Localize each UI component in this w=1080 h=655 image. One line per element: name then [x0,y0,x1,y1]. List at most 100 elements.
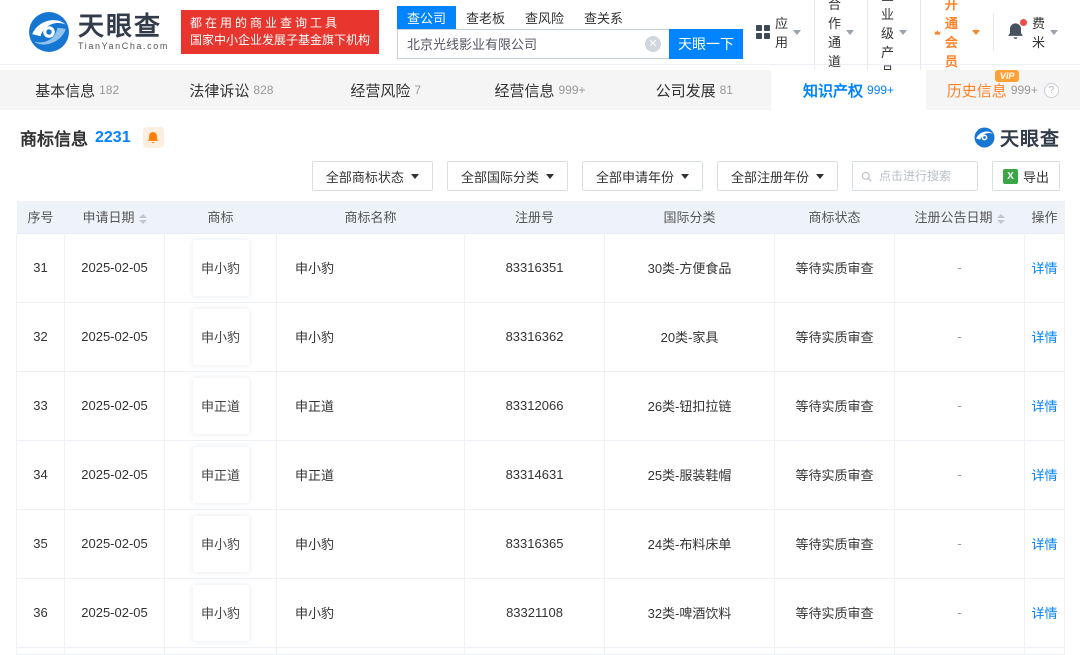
notification-dot [1020,18,1028,26]
detail-link[interactable]: 详情 [1031,330,1057,345]
tab-operation-risk[interactable]: 经营风险 7 [309,70,463,110]
tianyancha-logo-icon [29,12,69,52]
table-search-input[interactable] [876,168,969,184]
table-row: 36 2025-02-05 申小豹 申小豹 83321108 32类-啤酒饮料 … [16,577,1065,648]
cell-mark-image: 申正道 [164,439,277,510]
slogan-line2: 国家中小企业发展子基金旗下机构 [189,33,370,47]
cell-reg-announce-date: - [894,301,1025,372]
table-header-row: 序号 申请日期 商标 商标名称 注册号 国际分类 商标状态 注册公告日期 操作 [16,201,1065,233]
trademark-image[interactable]: 申小豹 [192,584,249,641]
trademark-image[interactable]: 申正道 [192,446,249,503]
table-search-box[interactable] [851,161,978,191]
menu-partner-channel[interactable]: 合作通道 [813,0,867,70]
search-button[interactable]: 天眼一下 [668,28,743,59]
search-tab-risk[interactable]: 查风险 [515,6,574,29]
chevron-down-icon [680,173,689,179]
detail-link[interactable]: 详情 [1031,468,1057,483]
section-title: 商标信息 [20,130,88,149]
brand-slogan-badge: 都在用的商业查询工具 国家中小企业发展子基金旗下机构 [180,10,379,54]
search-icon [861,171,872,182]
menu-enterprise-products[interactable]: 企业级产品 [866,0,920,80]
cell-index: 32 [16,301,65,372]
cell-action: 详情 [1024,577,1065,648]
export-button[interactable]: X 导出 [991,161,1060,191]
trademark-image[interactable]: 申小豹 [192,515,249,572]
crown-icon [934,29,941,35]
filter-apply-year[interactable]: 全部申请年份 [581,161,703,191]
subscribe-bell-icon[interactable] [142,127,164,148]
filter-trademark-status[interactable]: 全部商标状态 [311,161,433,191]
section-header: 商标信息 2231 天眼查 [16,110,1064,157]
cell-status: 等待实质审查 [774,439,895,510]
vip-badge: VIP [994,70,1020,82]
col-index: 序号 [16,201,65,233]
cell-action: 详情 [1024,508,1065,579]
detail-link[interactable]: 详情 [1031,399,1057,414]
col-mark-name: 商标名称 [276,201,465,233]
cell-reg-announce-date: - [894,370,1025,441]
cell-intl-class: 30类-方便食品 [604,232,775,303]
search-tab-relation[interactable]: 查关系 [574,6,633,29]
filter-intl-class[interactable]: 全部国际分类 [446,161,568,191]
watermark-logo-icon [974,127,995,148]
sort-icon[interactable] [138,213,147,224]
company-search-input[interactable] [396,28,669,59]
cell-mark-name: 申正道 [276,439,465,510]
cell-reg-announce-date: - [894,439,1025,510]
cell-apply-date: 2025-02-05 [64,508,165,579]
search-module: 查公司 查老板 查风险 查关系 ✕ 天眼一下 [396,5,743,59]
cell-reg-number: 83316362 [464,301,605,372]
username: 费米 [1032,16,1046,50]
sort-icon[interactable] [996,213,1005,224]
col-apply-date[interactable]: 申请日期 [64,201,165,233]
menu-apps[interactable]: 应用 [743,13,814,51]
col-status: 商标状态 [774,201,895,233]
company-section-tabs: 基本信息 182 法律诉讼 828 经营风险 7 经营信息 999+ 公司发展 … [0,70,1080,110]
cell-status: 等待实质审查 [774,232,895,303]
tab-legal-litigation[interactable]: 法律诉讼 828 [154,70,308,110]
detail-link[interactable]: 详情 [1031,606,1057,621]
cell-intl-class: 25类-服装鞋帽 [604,439,775,510]
col-reg-announce-date[interactable]: 注册公告日期 [894,201,1025,233]
cell-index: 33 [16,370,65,441]
cell-reg-number: 83314631 [464,439,605,510]
help-icon[interactable]: ? [1043,82,1059,98]
cell-status: 等待实质审查 [774,508,895,579]
menu-vip-label: 开通会员 [944,0,958,69]
cell-apply-date: 2025-02-05 [64,577,165,648]
col-action: 操作 [1024,201,1065,233]
clear-search-icon[interactable]: ✕ [644,35,661,52]
detail-link[interactable]: 详情 [1031,537,1057,552]
detail-link[interactable]: 详情 [1031,261,1057,276]
tab-operation-info[interactable]: 经营信息 999+ [463,70,617,110]
cell-intl-class: 32类-啤酒饮料 [604,577,775,648]
search-tab-boss[interactable]: 查老板 [456,6,515,29]
tab-history-info[interactable]: VIP 历史信息 999+ ? [926,70,1080,110]
menu-open-vip[interactable]: 开通会员 [920,0,993,70]
cell-index: 31 [16,232,65,303]
menu-user[interactable]: 费米 [993,13,1071,51]
cell-reg-announce-date: - [894,508,1025,579]
trademark-image[interactable]: 申小豹 [192,308,249,365]
cell-mark-name: 申小豹 [276,301,465,372]
logo-text: 天眼查 [78,11,163,41]
filter-register-year[interactable]: 全部注册年份 [716,161,838,191]
chevron-down-icon [792,29,801,35]
tab-intellectual-property[interactable]: 知识产权 999+ [771,70,926,110]
chevron-down-icon [845,29,854,35]
tianyancha-logo[interactable]: 天眼查 TianYanCha.com [28,11,169,53]
cell-action: 详情 [1024,370,1065,441]
tab-company-development[interactable]: 公司发展 81 [617,70,771,110]
search-tab-company[interactable]: 查公司 [396,5,456,29]
cell-intl-class: 20类-家具 [604,301,775,372]
notification-bell-icon[interactable] [1007,18,1028,43]
tab-basic-info[interactable]: 基本信息 182 [0,70,154,110]
table-row: 33 2025-02-05 申正道 申正道 83312066 26类-钮扣拉链 … [16,370,1065,441]
filter-toolbar: 全部商标状态 全部国际分类 全部申请年份 全部注册年份 X 导出 [16,157,1064,201]
chevron-down-icon [410,173,419,179]
menu-partner-label: 合作通道 [827,0,841,69]
cell-index: 36 [16,577,65,648]
trademark-image[interactable]: 申正道 [192,377,249,434]
trademark-table-body: 31 2025-02-05 申小豹 申小豹 83316351 30类-方便食品 … [16,232,1065,655]
trademark-image[interactable]: 申小豹 [192,239,249,296]
